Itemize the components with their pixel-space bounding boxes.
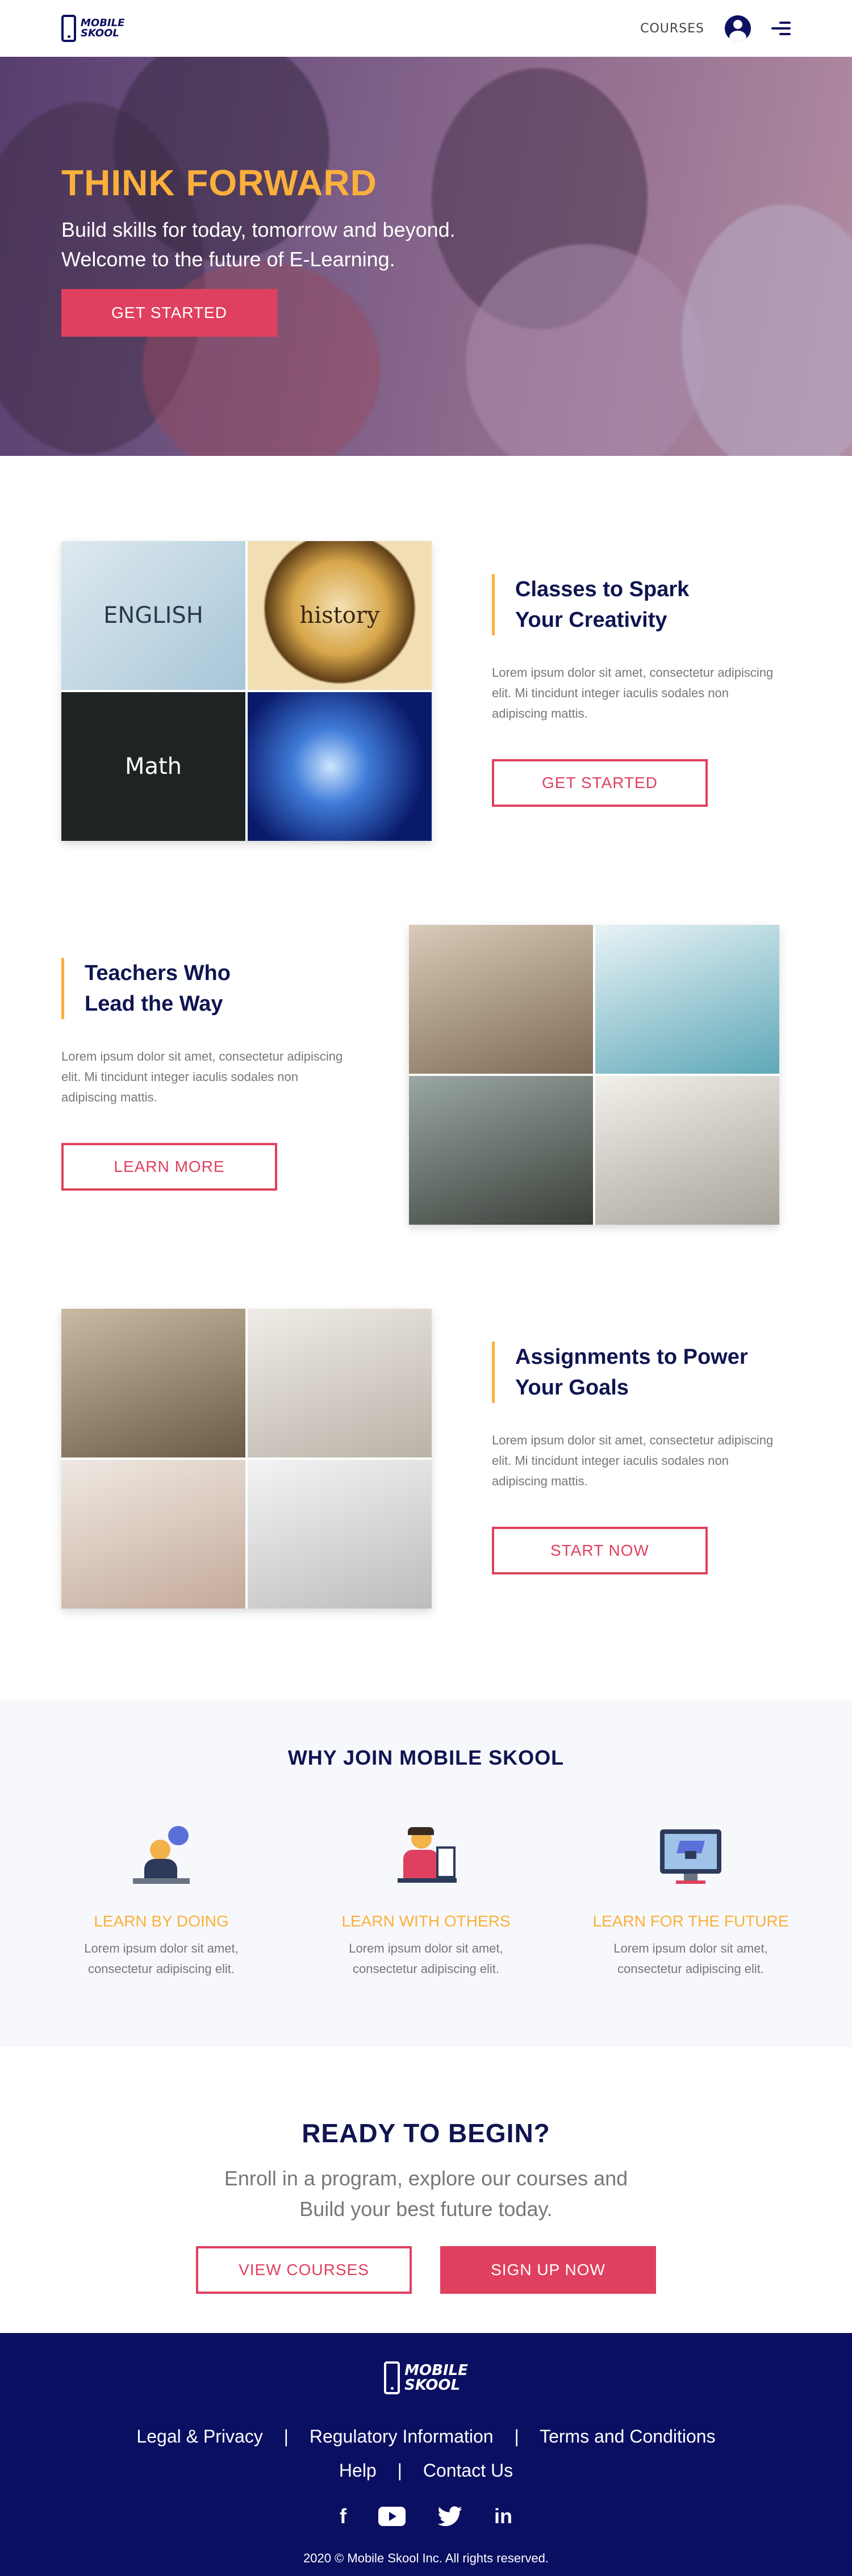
footer-logo[interactable]: MOBILE SKOOL <box>384 2361 468 2394</box>
phone-icon <box>384 2361 400 2394</box>
assignments-image-collage <box>61 1309 432 1609</box>
regulatory-information-link[interactable]: Regulatory Information <box>310 2426 494 2447</box>
terms-conditions-link[interactable]: Terms and Conditions <box>540 2426 715 2447</box>
why-item-learn-by-doing: LEARN BY DOING Lorem ipsum dolor sit ame… <box>29 1824 294 1979</box>
why-heading: LEARN WITH OTHERS <box>341 1912 511 1930</box>
why-heading: LEARN FOR THE FUTURE <box>592 1912 789 1930</box>
classes-get-started-button[interactable]: GET STARTED <box>492 759 708 807</box>
assignments-text: Assignments to Power Your Goals Lorem ips… <box>492 1342 782 1574</box>
teachers-title: Teachers Who Lead the Way <box>85 961 231 1016</box>
graduation-monitor-icon <box>657 1824 725 1892</box>
feature-classes: ENGLISH history Math Classes to Spark You… <box>0 541 852 925</box>
hero-get-started-button[interactable]: GET STARTED <box>61 289 277 337</box>
assignments-start-now-button[interactable]: START NOW <box>492 1527 708 1574</box>
why-join-section: WHY JOIN MOBILE SKOOL LEARN BY DOING Lor… <box>0 1700 852 2047</box>
logo-text: MOBILE SKOOL <box>81 17 125 39</box>
assignment-photo-2 <box>248 1309 432 1457</box>
why-heading: LEARN BY DOING <box>94 1912 229 1930</box>
why-body: Lorem ipsum dolor sit amet, consectetur … <box>613 1941 768 1976</box>
classes-body: Lorem ipsum dolor sit amet, consectetur … <box>492 665 774 721</box>
ready-title: READY TO BEGIN? <box>302 2118 550 2148</box>
ready-section: READY TO BEGIN? Enroll in a program, exp… <box>0 2047 852 2333</box>
assignment-photo-4 <box>248 1460 432 1609</box>
teacher-photo-1 <box>409 925 593 1074</box>
legal-privacy-link[interactable]: Legal & Privacy <box>136 2426 262 2447</box>
ready-subtitle: Enroll in a program, explore our courses… <box>224 2167 628 2221</box>
why-join-title: WHY JOIN MOBILE SKOOL <box>287 1746 565 1769</box>
hero-title: THINK FORWARD <box>61 162 377 203</box>
feature-assignments: Assignments to Power Your Goals Lorem ips… <box>0 1309 852 1693</box>
footer-links: Legal & Privacy | Regulatory Information… <box>136 2426 716 2481</box>
science-tile <box>248 692 432 841</box>
feature-teachers: Teachers Who Lead the Way Lorem ipsum dol… <box>0 925 852 1309</box>
nav-courses-link[interactable]: COURSES <box>640 22 704 36</box>
view-courses-button[interactable]: VIEW COURSES <box>196 2246 412 2294</box>
hero-subtitle: Build skills for today, tomorrow and bey… <box>61 218 456 271</box>
user-avatar-icon[interactable] <box>725 15 751 41</box>
linkedin-icon[interactable]: in <box>494 2504 512 2528</box>
main-nav: COURSES <box>640 15 791 41</box>
person-laptop-icon <box>127 1824 195 1892</box>
copyright-text: 2020 © Mobile Skool Inc. All rights rese… <box>303 2551 549 2565</box>
why-item-learn-with-others: LEARN WITH OTHERS Lorem ipsum dolor sit … <box>294 1824 558 1979</box>
hero-banner: THINK FORWARD Build skills for today, to… <box>0 57 852 456</box>
english-tile: ENGLISH <box>61 541 245 690</box>
assignments-title: Assignments to Power Your Goals <box>515 1345 748 1400</box>
assignment-photo-3 <box>61 1460 245 1609</box>
menu-icon[interactable] <box>771 20 791 36</box>
teacher-board-icon <box>392 1824 460 1892</box>
teacher-photo-4 <box>595 1076 779 1225</box>
logo[interactable]: MOBILE SKOOL <box>61 15 124 42</box>
why-body: Lorem ipsum dolor sit amet, consectetur … <box>349 1941 503 1976</box>
site-header: MOBILE SKOOL COURSES <box>0 0 852 57</box>
sign-up-now-button[interactable]: SIGN UP NOW <box>440 2246 656 2294</box>
help-link[interactable]: Help <box>339 2460 377 2481</box>
classes-text: Classes to Spark Your Creativity Lorem ip… <box>492 574 782 807</box>
assignment-photo-1 <box>61 1309 245 1457</box>
teachers-text: Teachers Who Lead the Way Lorem ipsum dol… <box>61 958 351 1191</box>
contact-us-link[interactable]: Contact Us <box>423 2460 513 2481</box>
teachers-body: Lorem ipsum dolor sit amet, consectetur … <box>61 1049 343 1104</box>
math-tile: Math <box>61 692 245 841</box>
history-tile: history <box>248 541 432 690</box>
classes-image-collage: ENGLISH history Math <box>61 541 432 841</box>
assignments-body: Lorem ipsum dolor sit amet, consectetur … <box>492 1433 774 1488</box>
hero-content: THINK FORWARD Build skills for today, to… <box>61 162 573 337</box>
why-body: Lorem ipsum dolor sit amet, consectetur … <box>84 1941 239 1976</box>
classes-title: Classes to Spark Your Creativity <box>515 577 690 632</box>
youtube-icon[interactable] <box>378 2504 406 2528</box>
teacher-photo-3 <box>409 1076 593 1225</box>
teachers-learn-more-button[interactable]: LEARN MORE <box>61 1143 277 1191</box>
site-footer: MOBILE SKOOL Legal & Privacy | Regulator… <box>0 2333 852 2576</box>
twitter-icon[interactable] <box>437 2504 462 2528</box>
teacher-photo-2 <box>595 925 779 1074</box>
why-item-learn-for-the-future: LEARN FOR THE FUTURE Lorem ipsum dolor s… <box>558 1824 823 1979</box>
facebook-icon[interactable]: f <box>340 2504 346 2528</box>
teachers-image-collage <box>409 925 779 1225</box>
social-links: f in <box>0 2504 852 2528</box>
phone-icon <box>61 15 76 42</box>
